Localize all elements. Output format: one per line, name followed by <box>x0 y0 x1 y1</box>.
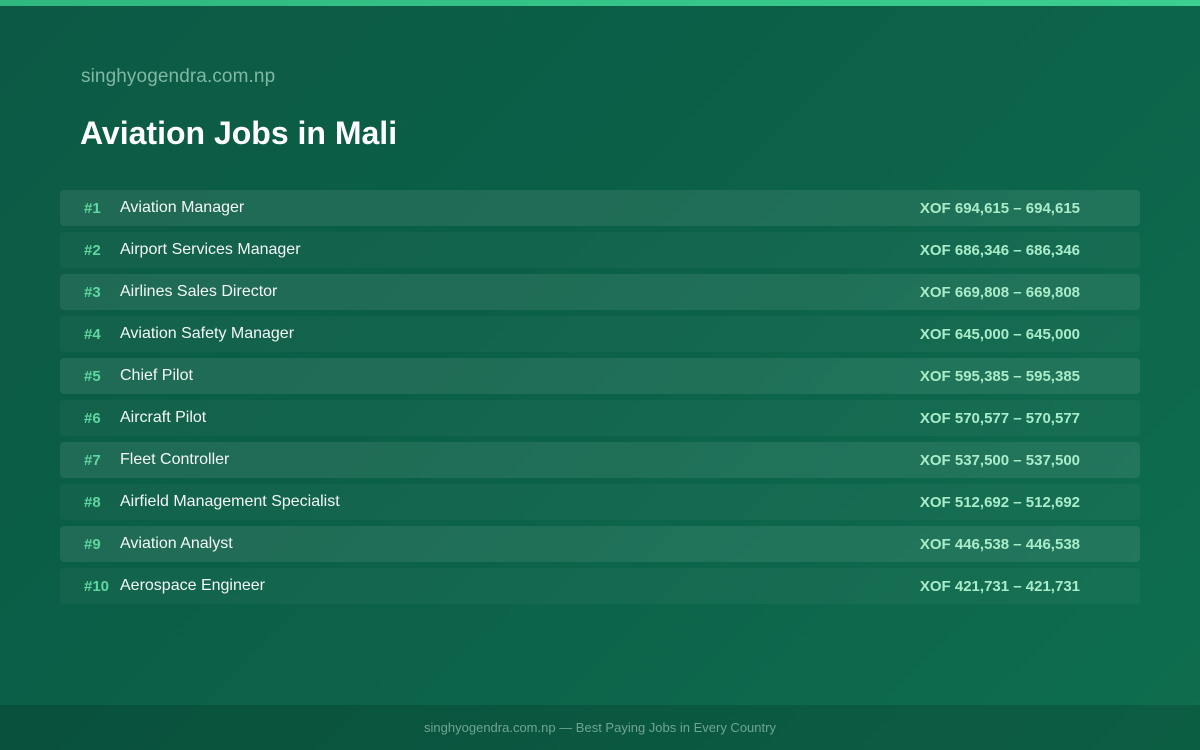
job-row: #2 Airport Services Manager XOF 686,346 … <box>60 232 1140 268</box>
job-title: Aviation Safety Manager <box>120 325 295 342</box>
job-rank: #3 <box>84 283 101 301</box>
footer-text: singhyogendra.com.np — Best Paying Jobs … <box>424 720 776 735</box>
job-title: Airlines Sales Director <box>120 283 278 300</box>
job-rank: #4 <box>84 325 101 343</box>
job-title: Aviation Manager <box>120 199 245 216</box>
job-title: Aircraft Pilot <box>120 409 207 426</box>
job-row: #1 Aviation Manager XOF 694,615 – 694,61… <box>60 190 1140 226</box>
job-rank: #9 <box>84 535 101 553</box>
job-salary: XOF 595,385 – 595,385 <box>919 367 1080 385</box>
site-name: singhyogendra.com.np <box>81 66 276 87</box>
job-rank: #6 <box>84 409 101 427</box>
job-salary: XOF 570,577 – 570,577 <box>919 409 1080 427</box>
job-rank: #5 <box>84 367 101 385</box>
job-row: #8 Airfield Management Specialist XOF 51… <box>60 484 1140 520</box>
job-row: #4 Aviation Safety Manager XOF 645,000 –… <box>60 316 1140 352</box>
job-title: Chief Pilot <box>120 367 193 384</box>
job-salary: XOF 645,000 – 645,000 <box>919 325 1080 343</box>
job-salary: XOF 512,692 – 512,692 <box>919 493 1080 511</box>
job-salary: XOF 537,500 – 537,500 <box>919 451 1080 469</box>
job-row: #6 Aircraft Pilot XOF 570,577 – 570,577 <box>60 400 1140 436</box>
footer: singhyogendra.com.np — Best Paying Jobs … <box>0 705 1200 750</box>
job-title: Aviation Analyst <box>120 535 233 552</box>
job-row: #7 Fleet Controller XOF 537,500 – 537,50… <box>60 442 1140 478</box>
page-title: Aviation Jobs in Mali <box>80 115 398 151</box>
job-rank: #1 <box>84 199 101 217</box>
job-row: #5 Chief Pilot XOF 595,385 – 595,385 <box>60 358 1140 394</box>
job-rank: #2 <box>84 241 101 259</box>
job-title: Fleet Controller <box>120 451 230 468</box>
job-title: Aerospace Engineer <box>120 577 265 594</box>
job-salary: XOF 421,731 – 421,731 <box>919 577 1080 595</box>
job-rank: #10 <box>84 577 110 595</box>
job-row: #9 Aviation Analyst XOF 446,538 – 446,53… <box>60 526 1140 562</box>
job-salary: XOF 446,538 – 446,538 <box>919 535 1080 553</box>
job-salary: XOF 669,808 – 669,808 <box>919 283 1080 301</box>
job-list: #1 Aviation Manager XOF 694,615 – 694,61… <box>60 190 1140 610</box>
job-rank: #8 <box>84 493 101 511</box>
job-title: Airfield Management Specialist <box>120 493 340 510</box>
job-rank: #7 <box>84 451 101 469</box>
top-accent-bar <box>0 0 1200 6</box>
job-salary: XOF 694,615 – 694,615 <box>919 199 1080 217</box>
job-row: #10 Aerospace Engineer XOF 421,731 – 421… <box>60 568 1140 604</box>
job-salary: XOF 686,346 – 686,346 <box>919 241 1080 259</box>
job-title: Airport Services Manager <box>120 241 301 258</box>
job-row: #3 Airlines Sales Director XOF 669,808 –… <box>60 274 1140 310</box>
